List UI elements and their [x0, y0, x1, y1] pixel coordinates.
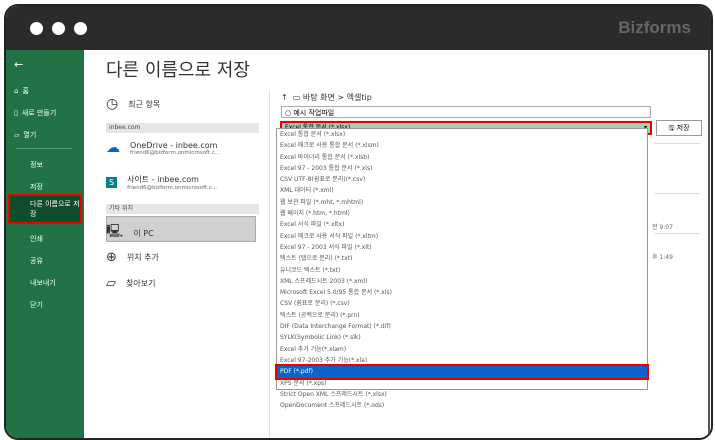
- window-dot[interactable]: [52, 22, 65, 35]
- divider: [654, 193, 700, 194]
- folder-icon: ▱: [106, 276, 116, 291]
- location-recent[interactable]: ◷ 최근 항목: [106, 96, 160, 112]
- filetype-option[interactable]: 텍스트 (공백으로 분리) (*.prn): [277, 310, 647, 321]
- filetype-option[interactable]: 웹 페이지 (*.htm, *.html): [277, 208, 647, 219]
- filetype-option[interactable]: 텍스트 (탭으로 분리) (*.txt): [277, 253, 647, 264]
- file-time: 후 1:49: [652, 254, 673, 261]
- file-time: 전 9:07: [652, 224, 673, 231]
- sidebar-item-export[interactable]: 내보내기: [30, 278, 56, 288]
- filetype-option[interactable]: DIF (Data Interchange Format) (*.dif): [277, 321, 647, 332]
- divider: [269, 90, 270, 438]
- filetype-option[interactable]: Excel 서식 파일 (*.xltx): [277, 219, 647, 230]
- filetype-option[interactable]: CSV UTF-8(쉼표로 분리)(*.csv): [277, 174, 647, 185]
- sidebar-item-print[interactable]: 인쇄: [30, 234, 43, 244]
- breadcrumb[interactable]: ↑ ▭ 바탕 화면 > 엑셀tip: [281, 92, 372, 103]
- divider: [16, 148, 72, 149]
- back-icon[interactable]: ←: [14, 58, 23, 71]
- filetype-option[interactable]: Excel 매크로 사용 통합 문서 (*.xlsm): [277, 140, 647, 151]
- section-label: 기타 위치: [106, 204, 259, 214]
- sharepoint-icon: S: [106, 177, 118, 188]
- filetype-option[interactable]: 유니코드 텍스트 (*.txt): [277, 265, 647, 276]
- filetype-option[interactable]: CSV (쉼표로 분리) (*.csv): [277, 298, 647, 309]
- clock-icon: ◷: [106, 96, 119, 112]
- sidebar-item-save-as[interactable]: 다른 이름으로 저장: [8, 194, 82, 224]
- filetype-option[interactable]: Strict Open XML 스프레드시트 (*.xlsx): [277, 389, 647, 400]
- location-sharepoint[interactable]: S 사이트 - inbee.com friend6@bizform.onmicros…: [106, 174, 217, 191]
- filetype-option[interactable]: SYLK(Symbolic Link) (*.slk): [277, 332, 647, 343]
- sidebar-item-close[interactable]: 닫기: [30, 300, 43, 310]
- divider: [654, 143, 700, 144]
- sidebar-item-home[interactable]: ⌂ 홈: [14, 86, 29, 96]
- filetype-option[interactable]: Microsoft Excel 5.0/95 통합 문서 (*.xls): [277, 287, 647, 298]
- folder-icon: ▱: [14, 131, 20, 139]
- filetype-option[interactable]: Excel 통합 문서 (*.xlsx): [277, 129, 647, 140]
- sidebar: ← ⌂ 홈 ▯ 새로 만들기 ▱ 열기 정보 저장 다른 이름으로 저장 인쇄 공유 …: [6, 50, 84, 438]
- sidebar-item-save[interactable]: 저장: [30, 182, 43, 192]
- filetype-option[interactable]: PDF (*.pdf): [275, 364, 649, 380]
- sidebar-item-info[interactable]: 정보: [30, 160, 43, 170]
- globe-icon: ⊕: [106, 250, 117, 265]
- window-dot[interactable]: [30, 22, 43, 35]
- filetype-option[interactable]: 웹 보관 파일 (*.mht, *.mhtml): [277, 197, 647, 208]
- divider: [708, 50, 710, 438]
- filetype-option[interactable]: Excel 97 - 2003 서식 파일 (*.xlt): [277, 242, 647, 253]
- filetype-option[interactable]: Excel 97-2003 추가 기능(*.xla): [277, 355, 647, 366]
- filetype-option[interactable]: Excel 매크로 사용 서식 파일 (*.xltm): [277, 231, 647, 242]
- section-label: inbee.com: [106, 123, 259, 133]
- filename-input[interactable]: ○ 예시 작업파일: [281, 106, 651, 118]
- page-title: 다른 이름으로 저장: [106, 60, 250, 81]
- cloud-icon: ☁: [106, 140, 120, 156]
- filetype-option[interactable]: Excel 바이너리 통합 문서 (*.xlsb): [277, 152, 647, 163]
- divider: [654, 233, 700, 234]
- logo: Bizforms: [618, 18, 691, 37]
- this-pc-label: 🖳 이 PC: [106, 222, 154, 244]
- filetype-option[interactable]: XPS 문서 (*.xps): [277, 378, 647, 389]
- location-onedrive[interactable]: ☁ OneDrive - inbee.com friend6@bizform.onm…: [106, 140, 220, 156]
- window-dot[interactable]: [74, 22, 87, 35]
- filetype-option[interactable]: XML 스프레드시트 2003 (*.xml): [277, 276, 647, 287]
- save-button[interactable]: 🖫 저장: [656, 120, 702, 136]
- filetype-dropdown-list[interactable]: Excel 통합 문서 (*.xlsx) Excel 매크로 사용 통합 문서 (…: [275, 128, 649, 409]
- location-browse[interactable]: ▱ 찾아보기: [106, 276, 155, 291]
- sidebar-item-open[interactable]: ▱ 열기: [14, 130, 36, 140]
- filetype-option[interactable]: Excel 추가 기능(*.xlam): [277, 344, 647, 355]
- location-add[interactable]: ⊕ 위치 추가: [106, 250, 159, 265]
- sidebar-item-share[interactable]: 공유: [30, 256, 43, 266]
- home-icon: ⌂: [14, 87, 19, 95]
- filetype-option[interactable]: XML 데이터 (*.xml): [277, 185, 647, 196]
- file-icon: ▯: [14, 109, 18, 117]
- sidebar-item-new[interactable]: ▯ 새로 만들기: [14, 108, 56, 118]
- title-bar: Bizforms: [6, 6, 711, 50]
- filetype-option[interactable]: Excel 97 - 2003 통합 문서 (*.xls): [277, 163, 647, 174]
- pc-icon: 🖳: [106, 224, 124, 239]
- filetype-option[interactable]: OpenDocument 스프레드시트 (*.ods): [277, 400, 647, 411]
